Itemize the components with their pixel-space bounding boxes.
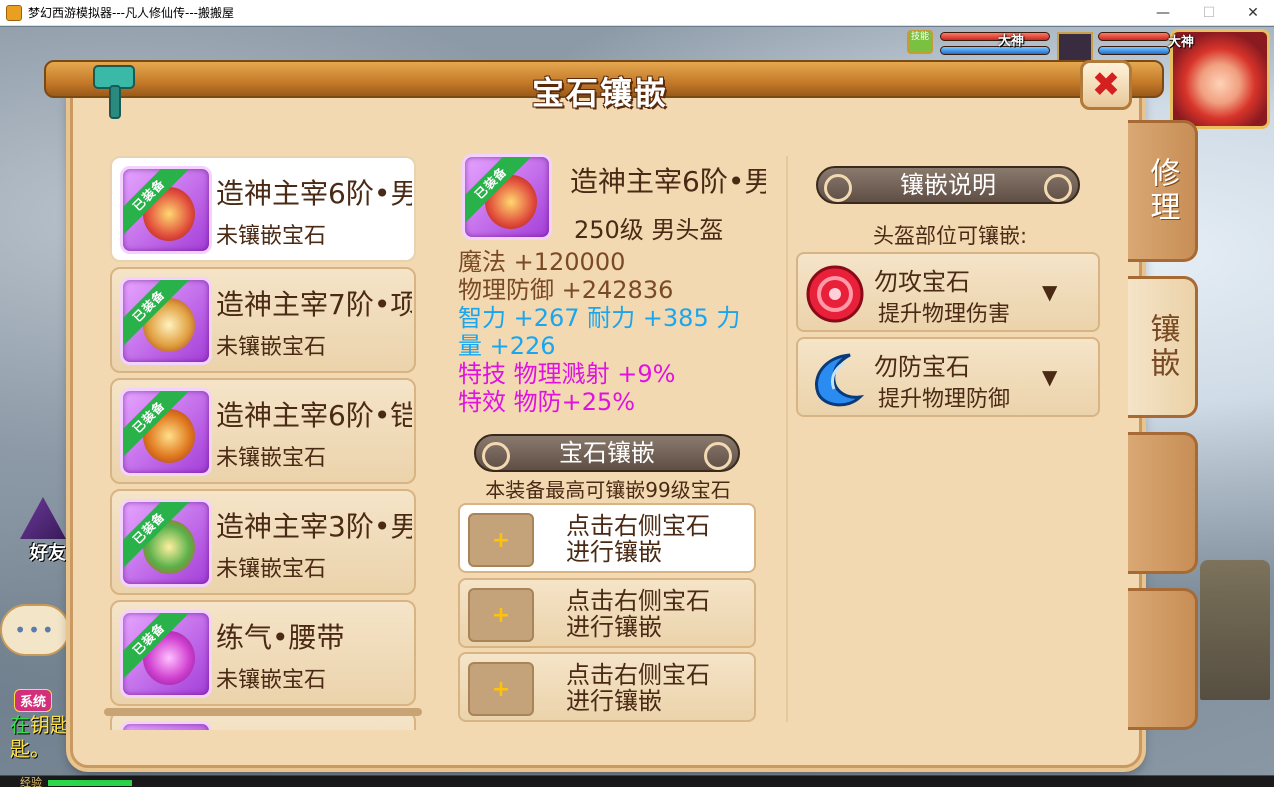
stat-line: 魔法 +120000 (458, 248, 626, 276)
item-status: 未镶嵌宝石 (216, 668, 327, 693)
gem-description: 提升物理伤害 (878, 302, 1011, 327)
hammer-icon (90, 60, 144, 120)
wizard-hat-icon (20, 497, 66, 539)
chevron-down-icon[interactable]: ▼ (1042, 280, 1057, 304)
gem-socket-slot[interactable]: + 点击右侧宝石 进行镶嵌 (458, 578, 756, 648)
exp-fill (48, 780, 132, 786)
list-scrollbar[interactable] (104, 708, 422, 716)
socket-hint-line1: 点击右侧宝石 (566, 661, 710, 689)
player-hp-bar (1098, 32, 1170, 41)
socket-hint-line1: 点击右侧宝石 (566, 587, 710, 615)
window-title: 梦幻西游模拟器---凡人修仙传---搬搬屋 (28, 6, 234, 20)
item-status: 未镶嵌宝石 (216, 557, 327, 582)
socket-hint: 点击右侧宝石 进行镶嵌 (566, 513, 756, 565)
system-message: 在钥匙 匙。 (10, 713, 72, 761)
equipment-list[interactable]: 已装备 造神主宰6阶•男头盔 未镶嵌宝石 已装备 造神主宰7阶•项链 未镶嵌宝石… (104, 152, 422, 730)
socket-hint-line2: 进行镶嵌 (566, 613, 662, 641)
gem-name: 勿攻宝石 (874, 268, 970, 296)
stat-line: 特效 物防+25% (458, 388, 636, 416)
tab-empty-4[interactable] (1128, 588, 1198, 730)
minimize-button[interactable]: — (1140, 0, 1186, 26)
player-mp-bar (1098, 46, 1170, 55)
add-gem-icon[interactable]: + (468, 513, 534, 567)
stat-line: 智力 +267 耐力 +385 力 (458, 304, 741, 332)
chat-button[interactable]: ••• (0, 604, 70, 656)
gem-socket-slot[interactable]: + 点击右侧宝石 进行镶嵌 (458, 652, 756, 722)
item-status: 未镶嵌宝石 (216, 224, 327, 249)
tab-repair-label: 修理 (1144, 157, 1180, 225)
column-divider (786, 156, 788, 722)
scene-lantern (1200, 560, 1270, 700)
blue-gem-icon (804, 349, 866, 409)
item-slot: 已装备 (120, 388, 212, 476)
item-slot: 已装备 (120, 166, 212, 254)
tab-inlay-label: 镶嵌 (1144, 313, 1180, 381)
system-message-green: 在 (10, 713, 30, 737)
socket-banner: 宝石镶嵌 (474, 434, 740, 472)
gem-name: 勿防宝石 (874, 353, 970, 381)
item-name: 造神主宰7阶•项链 (216, 288, 412, 321)
red-gem-icon (804, 264, 866, 324)
help-banner: 镶嵌说明 (816, 166, 1080, 204)
equipment-item[interactable]: 已装备 造神主宰6阶•铠甲 未镶嵌宝石 (110, 378, 416, 484)
helmet-inlay-label: 头盔部位可镶嵌: (872, 224, 1028, 248)
exp-label: 经验 (20, 776, 42, 787)
pet-name: 大神 (998, 34, 1025, 49)
item-status: 未镶嵌宝石 (216, 335, 327, 360)
equipment-item[interactable]: 已装备 造神主宰3阶•男鞋 未镶嵌宝石 (110, 489, 416, 595)
tab-inlay[interactable]: 镶嵌 (1128, 276, 1198, 418)
stat-line: 量 +226 (458, 332, 556, 360)
item-stats: 魔法 +120000 物理防御 +242836 智力 +267 耐力 +385 … (458, 248, 778, 416)
skill-shortcut-icon[interactable]: 技能 (907, 30, 933, 54)
friends-label: 好友 (30, 543, 66, 564)
chevron-down-icon[interactable]: ▼ (1042, 365, 1057, 389)
add-gem-icon[interactable]: + (468, 662, 534, 716)
system-message-yellow: 钥匙 (30, 713, 70, 737)
item-slot: 已装备 (120, 277, 212, 365)
pet-mp-bar (940, 46, 1050, 55)
app-icon (6, 4, 22, 21)
maximize-button[interactable]: ☐ (1186, 0, 1232, 26)
window-titlebar: 梦幻西游模拟器---凡人修仙传---搬搬屋 — ☐ ✕ (0, 0, 1274, 26)
gem-option[interactable]: 勿防宝石 提升物理防御 ▼ (796, 337, 1100, 417)
socket-hint-line2: 进行镶嵌 (566, 538, 662, 566)
gem-description: 提升物理防御 (878, 387, 1011, 412)
socket-hint-line2: 进行镶嵌 (566, 687, 662, 715)
close-window-button[interactable]: ✕ (1230, 0, 1274, 26)
max-gem-level-note: 本装备最高可镶嵌99级宝石 (485, 478, 731, 502)
item-name: 造神主宰3阶•男鞋 (216, 510, 412, 543)
gem-socket-slot[interactable]: + 点击右侧宝石 进行镶嵌 (458, 503, 756, 573)
equipment-item[interactable]: 已装备 造神主宰7阶•项链 未镶嵌宝石 (110, 267, 416, 373)
item-name: 造神主宰6阶•男头盔 (216, 177, 412, 210)
detail-item-level-type: 250级 男头盔 (574, 216, 724, 244)
stat-line: 物理防御 +242836 (458, 276, 674, 304)
item-slot: 已装备 (120, 610, 212, 698)
system-channel-badge: 系统 (14, 689, 53, 712)
close-panel-button[interactable]: ✖ (1080, 60, 1132, 110)
tab-empty-3[interactable] (1128, 432, 1198, 574)
panel-title: 宝石镶嵌 (531, 74, 668, 112)
friends-button[interactable]: 好友 (10, 497, 72, 569)
item-name: 练气•腰带 (216, 621, 345, 654)
socket-hint-line1: 点击右侧宝石 (566, 512, 710, 540)
add-gem-icon[interactable]: + (468, 588, 534, 642)
gem-option[interactable]: 勿攻宝石 提升物理伤害 ▼ (796, 252, 1100, 332)
socket-hint: 点击右侧宝石 进行镶嵌 (566, 662, 756, 714)
equipment-item[interactable]: 已装备 练气•腰带 未镶嵌宝石 (110, 600, 416, 706)
pet-hp-bar (940, 32, 1050, 41)
item-name: 造神主宰6阶•铠甲 (216, 399, 412, 432)
system-message-tail: 匙。 (10, 737, 50, 761)
item-status: 未镶嵌宝石 (216, 446, 327, 471)
equipment-item[interactable]: 已装备 造神主宰6阶•男头盔 未镶嵌宝石 (110, 156, 416, 262)
stat-line: 特技 物理溅射 +9% (458, 360, 676, 388)
item-slot (120, 721, 212, 730)
item-slot: 已装备 (120, 499, 212, 587)
detail-item-slot: 已装备 (462, 154, 552, 240)
tab-repair[interactable]: 修理 (1128, 120, 1198, 262)
socket-hint: 点击右侧宝石 进行镶嵌 (566, 588, 756, 640)
experience-bar: 经验 (0, 775, 1274, 787)
detail-item-name: 造神主宰6阶•男头盔 (570, 165, 766, 198)
player-name: 大神 (1168, 35, 1195, 50)
pet-portrait[interactable] (1057, 32, 1093, 62)
